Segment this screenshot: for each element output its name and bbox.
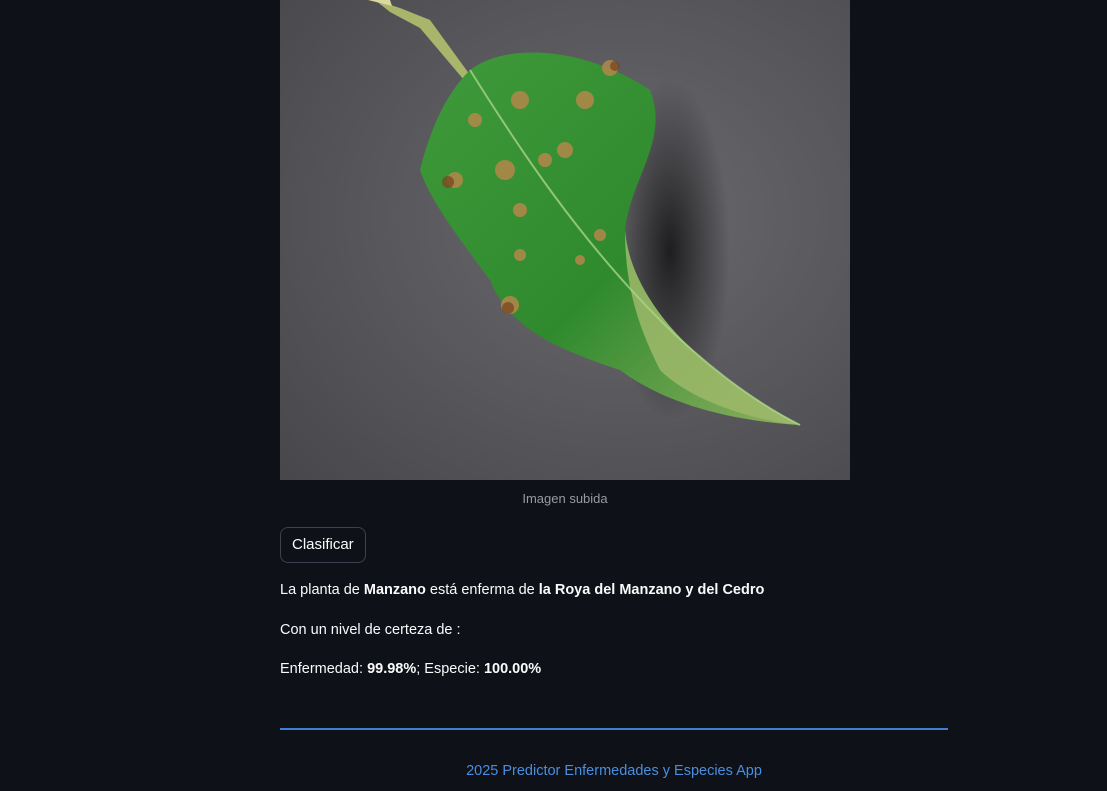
- image-caption: Imagen subida: [522, 491, 608, 506]
- app-page: Imagen subida Clasificar La planta de Ma…: [0, 0, 1107, 791]
- main-content: Imagen subida Clasificar La planta de Ma…: [280, 0, 948, 779]
- uploaded-image: [280, 0, 850, 480]
- species-confidence-label: ; Especie:: [416, 661, 484, 677]
- species-name: Manzano: [363, 582, 426, 598]
- leaf-photo: [280, 0, 850, 480]
- diagnosis-middle: está enferma de: [425, 582, 539, 598]
- certainty-heading: Con un nivel de certeza de :: [280, 622, 461, 638]
- diagnosis-text: La planta de Manzano está enferma de la …: [280, 582, 764, 598]
- diagnosis-prefix: La planta de: [280, 582, 364, 598]
- disease-confidence-label: Enfermedad:: [280, 661, 368, 677]
- species-confidence-value: 100.00%: [483, 661, 542, 677]
- disease-confidence-value: 99.98%: [367, 661, 417, 677]
- confidence-text: Enfermedad: 99.98%; Especie: 100.00%: [280, 661, 541, 677]
- divider: [280, 728, 948, 730]
- classify-button[interactable]: Clasificar: [280, 527, 366, 563]
- footer-text: 2025 Predictor Enfermedades y Especies A…: [466, 763, 762, 779]
- disease-name: la Roya del Manzano y del Cedro: [538, 582, 765, 598]
